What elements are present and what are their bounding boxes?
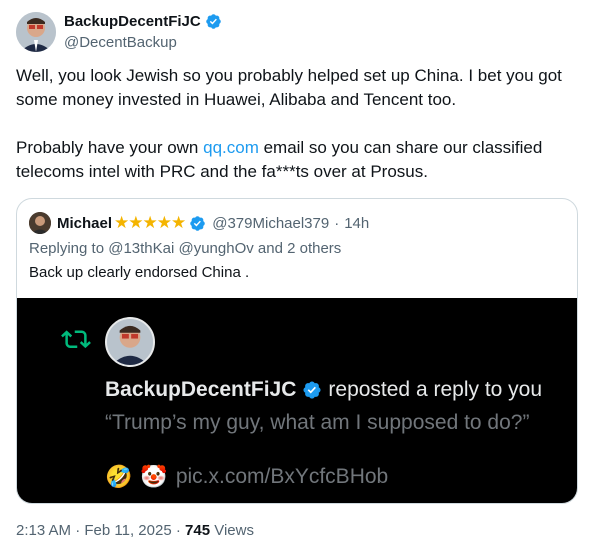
clown-emoji-icon: 🤡 <box>140 464 168 489</box>
tweet-text: Well, you look Jewish so you probably he… <box>16 64 586 184</box>
media-verified-badge-icon <box>302 380 322 400</box>
author-handle[interactable]: @DecentBackup <box>64 34 177 51</box>
quoted-author-avatar[interactable] <box>29 212 51 234</box>
author-name-row: BackupDecentFiJC <box>64 13 222 30</box>
rofl-emoji-icon: 🤣 <box>105 464 133 489</box>
quoted-handle[interactable]: @379Michael379 <box>212 215 329 232</box>
quoted-timestamp[interactable]: 14h <box>344 215 369 232</box>
tweet-meta: 2:13 AM · Feb 11, 2025 · 745 Views <box>16 522 254 539</box>
media-avatar <box>105 317 155 367</box>
views-label: Views <box>214 522 254 539</box>
media-action-text: reposted a reply to you <box>328 378 543 401</box>
media-repost-line: BackupDecentFiJC reposted a reply to you <box>105 378 542 402</box>
quoted-verified-badge-icon <box>189 215 206 232</box>
quoted-display-name[interactable]: Michael <box>57 215 112 232</box>
author-display-name[interactable]: BackupDecentFiJC <box>64 13 201 30</box>
quoted-tweet-card[interactable]: Michael ★★★★★ @379Michael379 · 14h Reply… <box>16 198 578 504</box>
meta-separator-2: · <box>175 522 181 539</box>
tweet-link[interactable]: qq.com <box>203 138 259 157</box>
repost-icon <box>61 325 91 351</box>
verified-badge-icon <box>205 13 222 30</box>
views-count: 745 <box>185 522 211 539</box>
author-avatar[interactable] <box>16 12 56 52</box>
star-emoji-icons: ★★★★★ <box>114 213 186 232</box>
quoted-text: Back up clearly endorsed China . <box>29 264 250 281</box>
quoted-separator: · <box>334 214 340 232</box>
meta-separator-1: · <box>75 522 81 539</box>
quoted-media-image[interactable]: BackupDecentFiJC reposted a reply to you… <box>17 298 577 503</box>
quoted-replying-to: Replying to @13thKai @yunghOv and 2 othe… <box>29 240 342 257</box>
tweet-time[interactable]: 2:13 AM <box>16 522 71 539</box>
media-link-line: 🤣 🤡 pic.x.com/BxYcfcBHob <box>105 464 388 490</box>
media-link: pic.x.com/BxYcfcBHob <box>175 465 389 488</box>
media-display-name: BackupDecentFiJC <box>105 378 297 401</box>
tweet-date[interactable]: Feb 11, 2025 <box>84 522 171 539</box>
media-quote-text: “Trump’s my guy, what am I supposed to d… <box>105 411 530 434</box>
quoted-header: Michael ★★★★★ @379Michael379 · 14h <box>57 213 369 233</box>
